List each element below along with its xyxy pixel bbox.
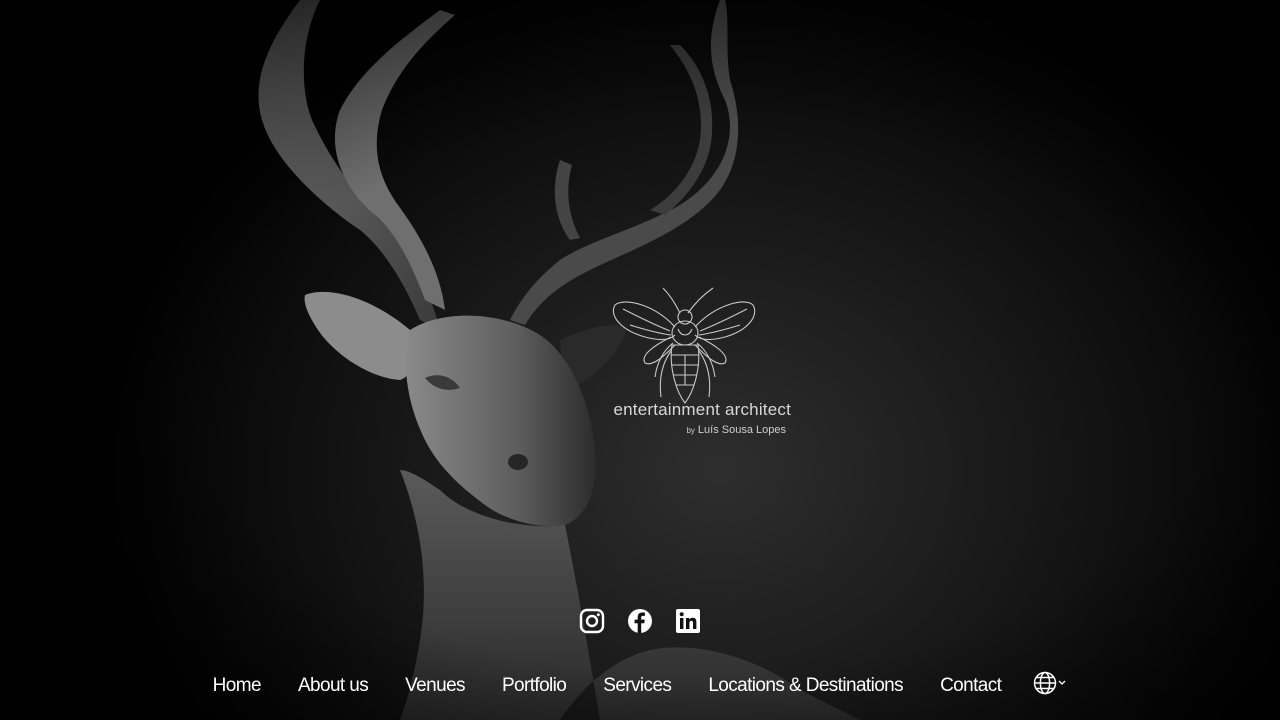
globe-icon	[1034, 671, 1057, 695]
instagram-icon	[579, 608, 605, 634]
nav-item-venues[interactable]: Venues	[405, 672, 465, 700]
social-links	[0, 608, 1280, 634]
nav-item-home[interactable]: Home	[213, 672, 262, 700]
hero-background: entertainment architect by Luís Sousa Lop…	[0, 0, 1280, 720]
facebook-link[interactable]	[627, 608, 653, 634]
nav-item-contact[interactable]: Contact	[940, 672, 1002, 700]
facebook-icon	[628, 609, 652, 633]
byline-prefix: by	[686, 426, 695, 435]
linkedin-link[interactable]	[675, 608, 701, 634]
nav-item-about-us[interactable]: About us	[298, 672, 369, 700]
chevron-down-icon	[1058, 680, 1066, 685]
nav-item-locations-destinations[interactable]: Locations & Destinations	[708, 672, 903, 700]
brand-title: entertainment architect	[613, 400, 791, 419]
byline-name: Luís Sousa Lopes	[697, 424, 786, 436]
linkedin-icon	[676, 609, 700, 633]
nav-item-services[interactable]: Services	[603, 672, 672, 700]
nav-item-portfolio[interactable]: Portfolio	[502, 672, 567, 700]
main-navigation: Home About us Venues Portfolio Services …	[0, 671, 1280, 700]
instagram-link[interactable]	[579, 608, 605, 634]
brand-logo[interactable]: entertainment architect by Luís Sousa Lop…	[585, 285, 795, 445]
bee-icon	[612, 287, 756, 404]
language-selector[interactable]	[1033, 671, 1067, 695]
brand-byline: by Luís Sousa Lopes	[591, 424, 786, 436]
